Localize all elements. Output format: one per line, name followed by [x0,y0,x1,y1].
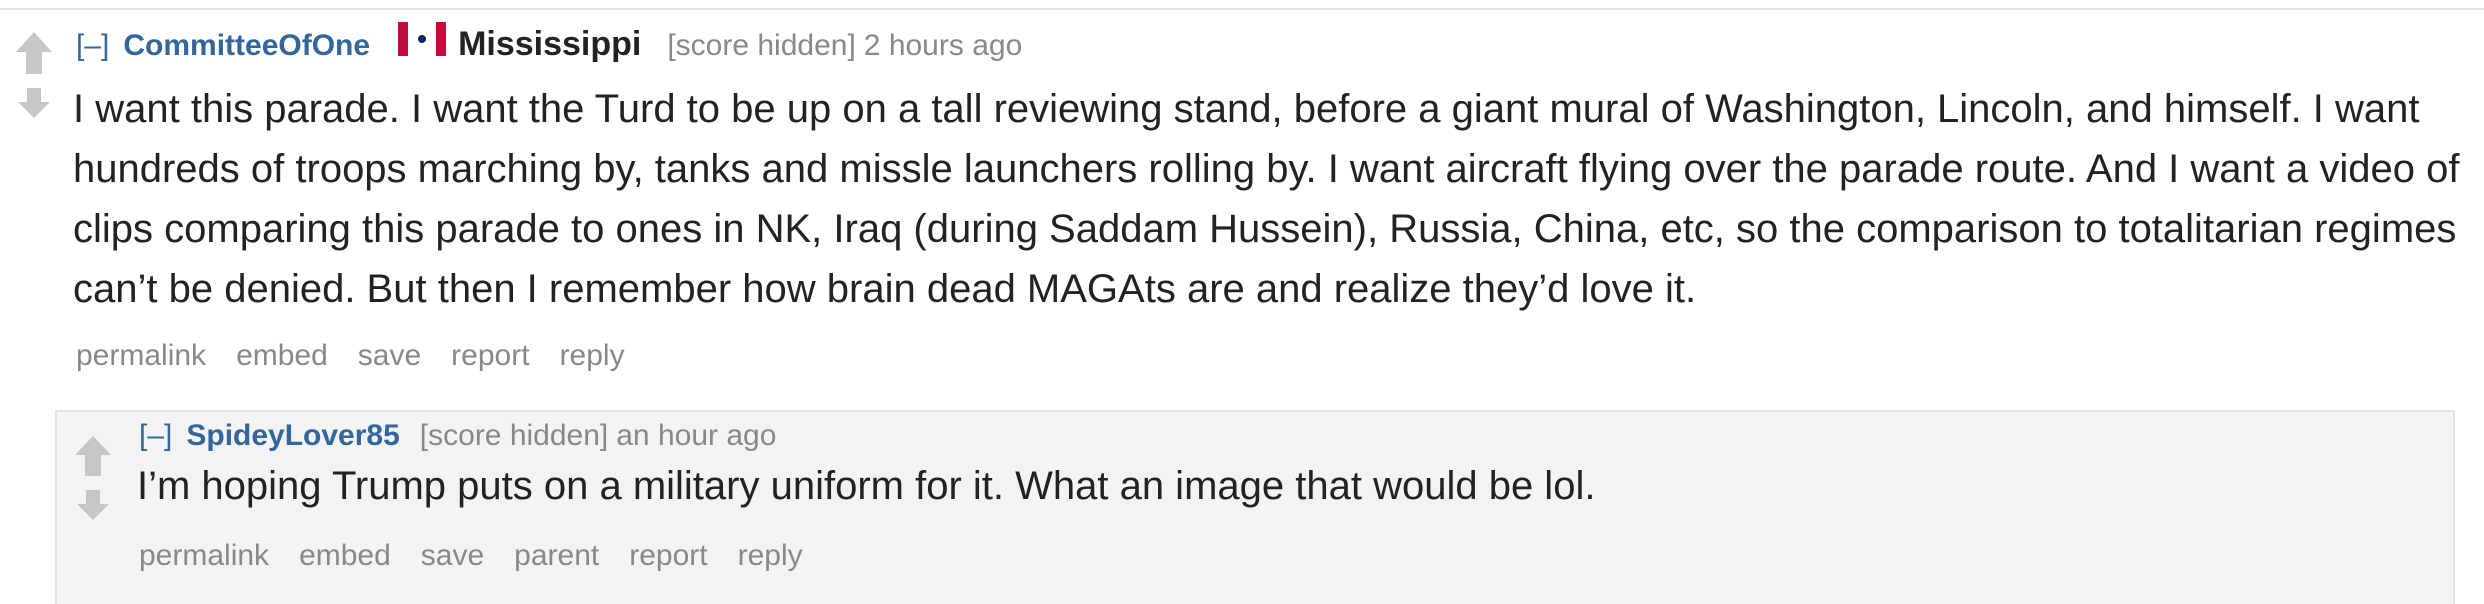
comment-tagline: [–] CommitteeOfOne Mississippi [score hidde… [76,21,1023,70]
timestamp: 2 hours ago [863,29,1023,62]
author-link[interactable]: SpideyLover85 [186,419,399,452]
comment-committeeofone: [–] CommitteeOfOne Mississippi [score hidde… [0,10,2484,410]
embed-link[interactable]: embed [299,539,391,572]
downvote-arrow-icon[interactable] [14,86,54,120]
save-link[interactable]: save [358,339,421,372]
embed-link[interactable]: embed [236,339,328,372]
reply-link[interactable]: reply [738,539,803,572]
vote-column [14,30,54,140]
comment-actions: permalink embed save report reply [76,336,655,376]
timestamp: an hour ago [616,419,777,452]
save-link[interactable]: save [421,539,484,572]
author-link[interactable]: CommitteeOfOne [123,29,370,62]
parent-link[interactable]: parent [514,539,599,572]
downvote-arrow-icon[interactable] [73,488,113,522]
permalink-link[interactable]: permalink [76,339,206,372]
comment-body: I’m hoping Trump puts on a military unif… [137,464,1596,508]
upvote-arrow-icon[interactable] [14,30,54,76]
score-label: [score hidden] [667,29,856,62]
upvote-arrow-icon[interactable] [73,434,113,478]
comment-spideylover85: [–] SpideyLover85 [score hidden] an hour ag… [55,410,2455,604]
mississippi-flag-icon [398,21,447,67]
reply-link[interactable]: reply [560,339,625,372]
vote-column [73,434,113,534]
permalink-link[interactable]: permalink [139,539,269,572]
comment-body: I want this parade. I want the Turd to b… [73,87,2460,311]
collapse-toggle[interactable]: [–] [139,419,172,452]
user-flair-text: Mississippi [458,25,642,63]
report-link[interactable]: report [451,339,529,372]
comment-tagline: [–] SpideyLover85 [score hidden] an hour ag… [139,416,776,456]
score-label: [score hidden] [419,419,609,452]
collapse-toggle[interactable]: [–] [76,29,109,62]
comment-actions: permalink embed save parent report reply [139,536,833,576]
report-link[interactable]: report [629,539,707,572]
